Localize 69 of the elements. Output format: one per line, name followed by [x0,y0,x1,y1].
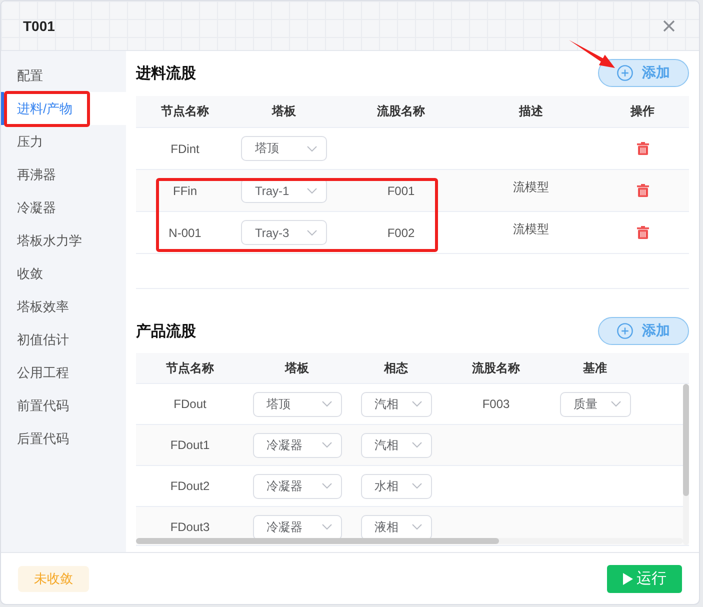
phase-select[interactable]: 汽相 [360,432,432,458]
chevron-down-icon [412,483,422,489]
column-header: 描述 [519,103,543,120]
sidebar-item[interactable]: 配置 [1,59,126,92]
table-cell: F003 [482,397,510,411]
chevron-down-icon [322,524,332,530]
sidebar-item[interactable]: 再沸器 [1,158,126,191]
tray-select[interactable]: Tray-3 [241,220,327,245]
table-cell: FDint [170,142,200,156]
tray-select[interactable]: 塔顶 [241,136,327,161]
table-cell: FDout [174,397,206,411]
column-header: 相态 [384,360,408,376]
tray-select[interactable]: 塔顶 [252,392,342,416]
column-header: 操作 [630,103,654,120]
chevron-down-icon [610,401,620,407]
sidebar-item[interactable]: 公用工程 [1,356,126,389]
plus-circle-icon [617,65,633,81]
basis-select[interactable]: 质量 [560,392,630,416]
trash-icon[interactable] [636,184,648,197]
sidebar-item[interactable]: 前置代码 [1,389,126,422]
table-cell: N-001 [168,226,202,240]
sidebar-item[interactable]: 压力 [1,125,126,158]
chevron-down-icon [307,230,317,236]
table-cell: F001 [387,184,415,198]
table-cell: 流模型 [513,221,549,238]
sidebar-item[interactable]: 收敛 [1,257,126,290]
scrollbar-thumb[interactable] [136,538,499,544]
section-title: 产品流股 [136,322,196,340]
sidebar-item[interactable]: 塔板效率 [1,290,126,323]
column-header: 基准 [583,360,607,376]
column-header: 塔板 [272,103,296,120]
sidebar-item[interactable]: 冷凝器 [1,191,126,224]
tray-select[interactable]: 冷凝器 [252,514,342,540]
chevron-down-icon [322,401,332,407]
sidebar-item[interactable]: 后置代码 [1,422,126,455]
column-header: 节点名称 [161,103,209,120]
close-icon[interactable] [663,20,675,32]
table-cell: FFin [173,184,197,198]
chevron-down-icon [412,524,422,530]
window-title: T001 [23,18,55,34]
chevron-down-icon [412,442,422,448]
table-cell: 流模型 [513,179,549,196]
play-icon [622,572,632,584]
table-cell: FDout2 [170,479,210,493]
chevron-down-icon [322,442,332,448]
phase-select[interactable]: 水相 [360,474,432,498]
chevron-down-icon [307,188,317,194]
trash-icon[interactable] [636,226,648,239]
section-title: 进料流股 [136,64,196,82]
column-header: 节点名称 [166,360,214,376]
chevron-down-icon [322,483,332,489]
phase-select[interactable]: 汽相 [360,392,432,416]
status-tag: 未收敛 [18,566,89,592]
plus-circle-icon [617,323,633,339]
table-cell: FDout1 [170,438,210,452]
sidebar-item[interactable]: 初值估计 [1,323,126,356]
phase-select[interactable]: 液相 [360,514,432,540]
sidebar-item[interactable]: 塔板水力学 [1,224,126,257]
chevron-down-icon [412,401,422,407]
scrollbar-thumb[interactable] [683,384,689,496]
table-cell: F002 [387,226,415,240]
column-header: 流股名称 [472,360,520,376]
chevron-down-icon [307,146,317,152]
column-header: 流股名称 [377,103,425,120]
trash-icon[interactable] [636,142,648,155]
tray-select[interactable]: 冷凝器 [252,474,342,498]
table-cell: FDout3 [170,520,210,534]
column-header: 塔板 [285,360,309,376]
tray-select[interactable]: 冷凝器 [252,432,342,458]
